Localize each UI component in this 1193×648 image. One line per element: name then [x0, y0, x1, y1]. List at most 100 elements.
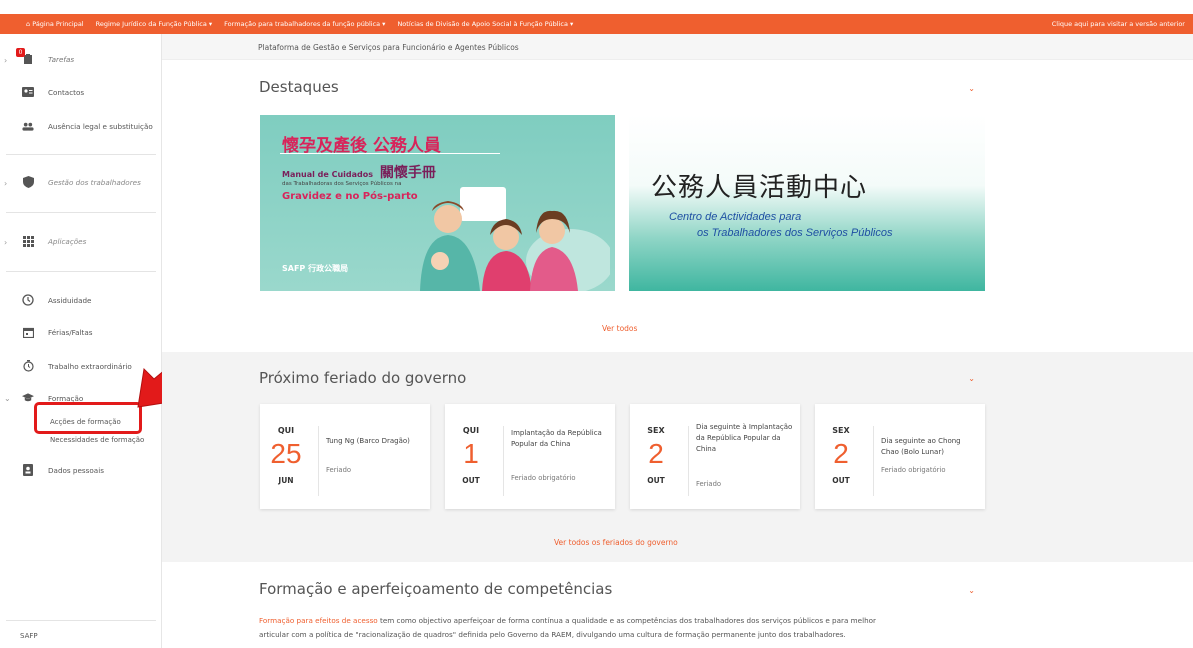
nav-home[interactable]: ⌂ Página Principal: [26, 20, 84, 28]
sidebar-item-gestao[interactable]: Gestão dos trabalhadores: [22, 176, 141, 188]
tarefas-badge: 0: [16, 48, 25, 57]
formacao-collapse-icon[interactable]: ⌄: [968, 586, 975, 595]
holiday-name: Tung Ng (Barco Dragão): [326, 437, 410, 445]
banner2-line1: Centro de Actividades para: [669, 211, 802, 223]
sidebar-label-tarefas: Tarefas: [48, 54, 75, 64]
formacao-title: Formação e aperfeiçoamento de competênci…: [259, 580, 613, 598]
sidebar-item-trabalho[interactable]: Trabalho extraordinário: [22, 360, 132, 372]
divider: [6, 154, 156, 155]
grid-icon: [22, 235, 34, 247]
sidebar-label-dados: Dados pessoais: [48, 465, 104, 475]
banner1-line2-cn: 關懷手冊: [379, 165, 436, 181]
collapse-caret-icon[interactable]: ⌄: [4, 394, 11, 403]
timer-icon: [22, 360, 34, 372]
sidebar-item-dados[interactable]: Dados pessoais: [22, 464, 104, 476]
sidebar-label-contactos: Contactos: [48, 87, 85, 97]
feriados-collapse-icon[interactable]: ⌄: [968, 374, 975, 383]
main-content: Plataforma de Gestão e Serviços para Fun…: [162, 34, 1193, 648]
holiday-card[interactable]: SEX 2 OUT Dia seguinte ao Chong Chao (Bo…: [815, 404, 985, 509]
divider: [318, 426, 319, 496]
holiday-type: Feriado: [696, 480, 722, 488]
sidebar-subitem-necessidades-formacao[interactable]: Necessidades de formação: [50, 436, 144, 444]
annotation-highlight-box: [34, 402, 142, 434]
sidebar-label-aplicacoes: Aplicações: [48, 236, 87, 246]
feriados-title: Próximo feriado do governo: [259, 369, 467, 387]
shield-icon: [22, 176, 34, 188]
contact-card-icon: [22, 86, 34, 98]
expand-caret-icon[interactable]: ›: [4, 56, 7, 65]
sidebar-item-tarefas[interactable]: 0 Tarefas: [16, 48, 75, 65]
banner1-line4: Gravidez e no Pós-parto: [282, 191, 418, 202]
holiday-card[interactable]: QUI 1 OUT Implantação da República Popul…: [445, 404, 615, 509]
destaques-collapse-icon[interactable]: ⌄: [968, 84, 975, 93]
banner-manual-cuidados[interactable]: 懷孕及產後 公務人員 Manual de Cuidados 關懷手冊 das T…: [260, 115, 615, 291]
clock-icon: [22, 294, 34, 306]
platform-subheader: Plataforma de Gestão e Serviços para Fun…: [162, 34, 1193, 60]
divider: [6, 271, 156, 272]
holiday-day: 25: [270, 438, 302, 469]
sidebar-label-trabalho: Trabalho extraordinário: [48, 361, 132, 371]
holiday-weekday: QUI: [462, 426, 480, 435]
sidebar-label-ausencia: Ausência legal e substituição: [48, 121, 153, 131]
holiday-name: Dia seguinte à Implantação da República …: [696, 423, 793, 453]
destaques-title: Destaques: [259, 78, 339, 96]
holiday-type: Feriado obrigatório: [511, 474, 576, 482]
holiday-day: 2: [648, 438, 664, 469]
feriados-ver-todos-link[interactable]: Ver todos os feriados do governo: [554, 538, 678, 547]
formacao-acesso-link[interactable]: Formação para efeitos de acesso: [259, 616, 378, 625]
sidebar-item-aplicacoes[interactable]: Aplicações: [22, 235, 86, 247]
sidebar-label-ferias: Férias/Faltas: [48, 327, 93, 337]
banner-centro-actividades[interactable]: 公務人員活動中心 Centro de Actividades para os T…: [629, 115, 985, 291]
formacao-description: Formação para efeitos de acesso tem como…: [259, 614, 979, 642]
nav-formacao[interactable]: Formação para trabalhadores da função pú…: [224, 20, 385, 28]
top-nav-bar: ⌂ Página Principal Regime Jurídico da Fu…: [0, 14, 1193, 34]
holiday-month: JUN: [278, 476, 294, 485]
people-icon: [22, 120, 34, 132]
divider: [503, 426, 504, 496]
holiday-day: 2: [833, 438, 849, 469]
holiday-weekday: SEX: [832, 426, 850, 435]
holiday-day: 1: [463, 438, 479, 469]
destaques-ver-todos-link[interactable]: Ver todos: [602, 324, 637, 333]
holiday-weekday: QUI: [277, 426, 295, 435]
id-badge-icon: [22, 464, 34, 476]
formacao-text-2: articular com a política de "racionaliza…: [259, 630, 846, 639]
holiday-card[interactable]: SEX 2 OUT Dia seguinte à Implantação da …: [630, 404, 800, 509]
previous-version-link[interactable]: Clique aqui para visitar a versão anteri…: [1052, 20, 1185, 28]
sidebar-item-assiduidade[interactable]: Assiduidade: [22, 294, 91, 306]
sidebar-item-contactos[interactable]: Contactos: [22, 86, 84, 98]
holiday-name: Implantação da República Popular da Chin…: [511, 429, 602, 448]
holiday-type: Feriado: [326, 466, 352, 474]
clipboard-icon: 0: [16, 48, 34, 65]
sidebar-item-ferias[interactable]: Férias/Faltas: [22, 326, 93, 338]
nav-regime-juridico[interactable]: Regime Jurídico da Função Pública ▾: [96, 20, 213, 28]
expand-caret-icon[interactable]: ›: [4, 238, 7, 247]
holiday-month: OUT: [647, 476, 665, 485]
feriados-section: Próximo feriado do governo ⌄ QUI 25 JUN …: [162, 352, 1193, 562]
divider: [688, 426, 689, 496]
nav-noticias[interactable]: Notícias de Divisão de Apoio Social à Fu…: [397, 20, 573, 28]
formacao-text-1: tem como objectivo aperfeiçoar de forma …: [377, 616, 876, 625]
banner1-line2-pt: Manual de Cuidados: [282, 170, 374, 179]
sidebar-footer-safp: SAFP: [20, 632, 38, 640]
sidebar-label-assiduidade: Assiduidade: [48, 295, 92, 305]
sidebar-label-gestao: Gestão dos trabalhadores: [48, 177, 141, 187]
holiday-weekday: SEX: [647, 426, 665, 435]
calendar-icon: [22, 326, 34, 338]
divider: [873, 426, 874, 496]
holiday-month: OUT: [832, 476, 850, 485]
graduation-cap-icon: [22, 392, 34, 404]
divider: [6, 212, 156, 213]
holiday-name: Dia seguinte ao Chong Chao (Bolo Lunar): [881, 437, 961, 456]
banner1-logo: SAFP 行政公職局: [282, 264, 349, 273]
banner1-line3: das Trabalhadoras dos Serviços Públicos …: [282, 181, 402, 187]
mothers-illustration-icon: [420, 187, 610, 291]
banner1-line2: Manual de Cuidados 關懷手冊: [282, 162, 436, 182]
banner1-rule: [280, 153, 500, 154]
holiday-card[interactable]: QUI 25 JUN Tung Ng (Barco Dragão) Feriad…: [260, 404, 430, 509]
expand-caret-icon[interactable]: ›: [4, 179, 7, 188]
sidebar-item-ausencia[interactable]: Ausência legal e substituição: [22, 120, 153, 132]
holiday-type: Feriado obrigatório: [881, 466, 946, 474]
divider: [6, 620, 156, 621]
banner2-line2: os Trabalhadores dos Serviços Públicos: [697, 227, 893, 239]
